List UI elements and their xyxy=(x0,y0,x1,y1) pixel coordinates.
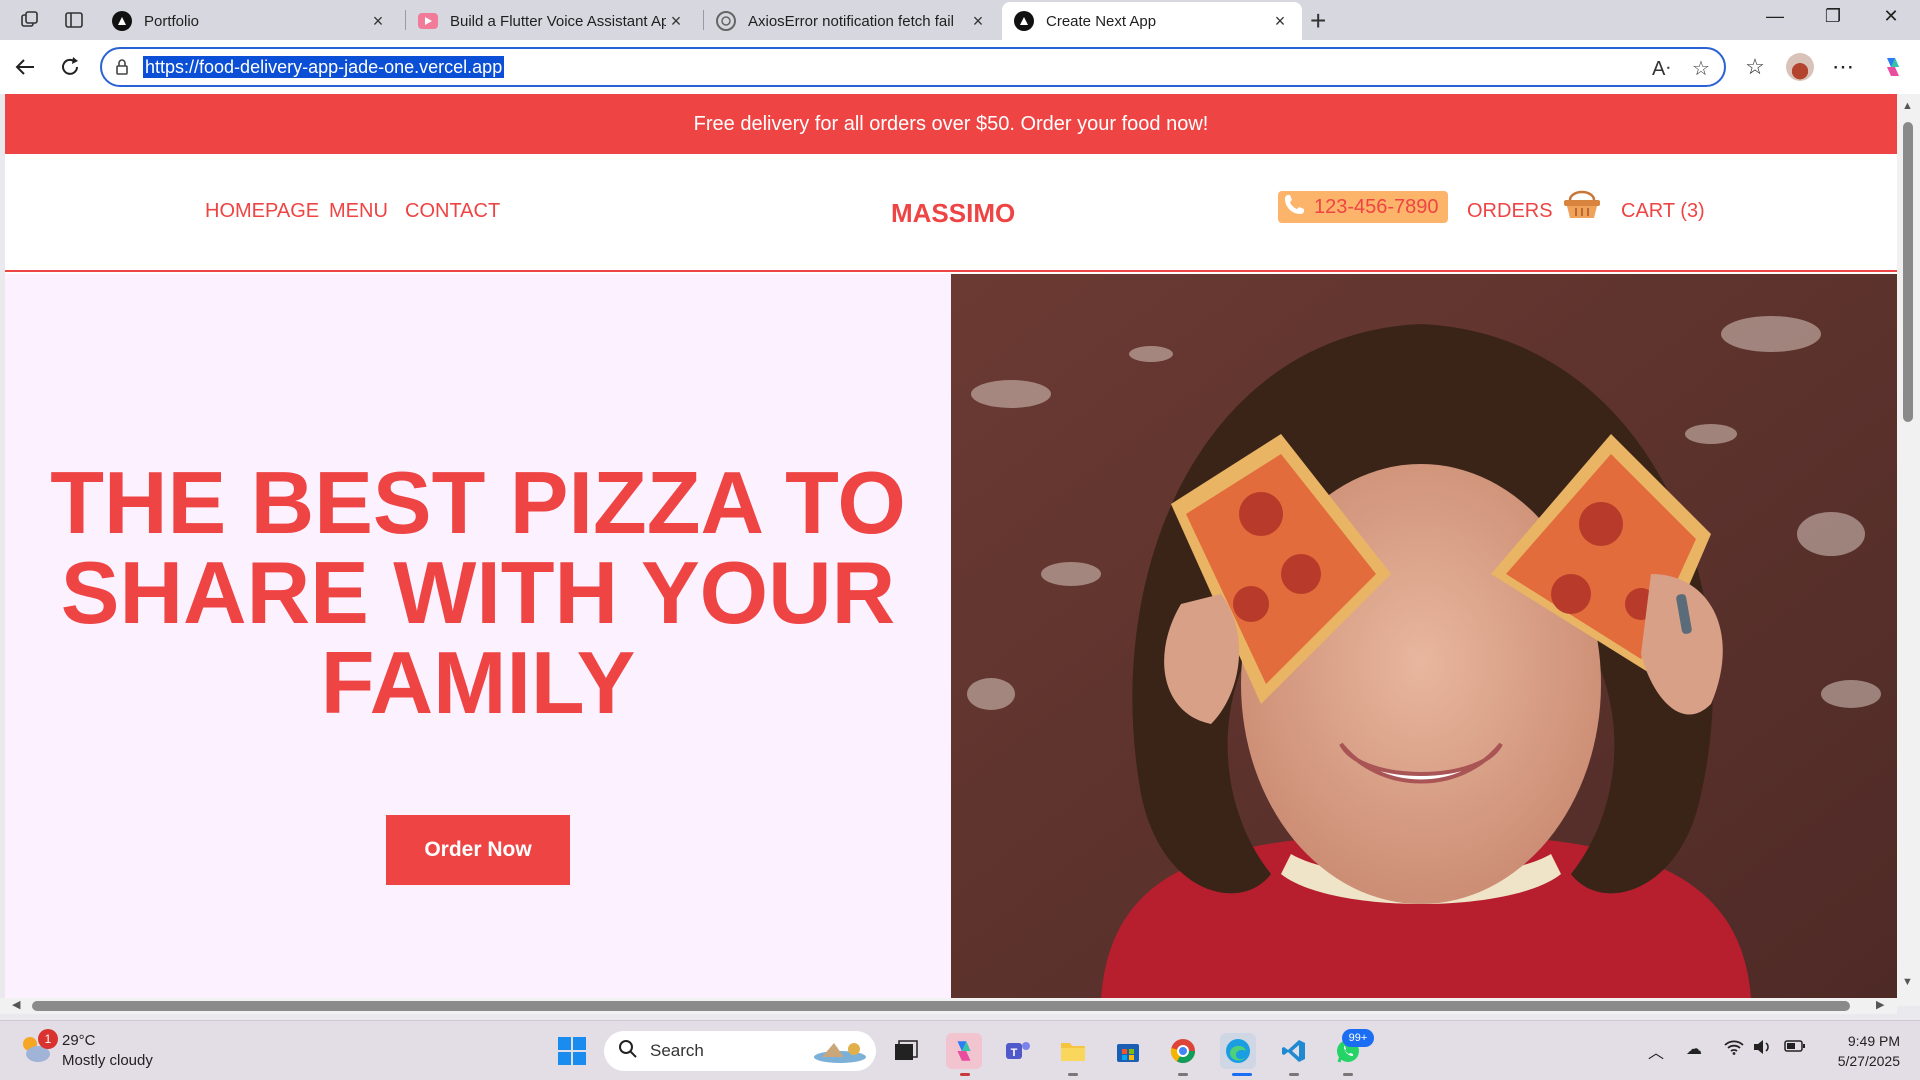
nav-link-cart[interactable]: CART (3) xyxy=(1621,200,1705,223)
scroll-down-arrow-icon[interactable]: ▼ xyxy=(1902,976,1913,988)
site-navbar: HOMEPAGE MENU CONTACT MASSIMO 123-456-78… xyxy=(5,154,1897,272)
site-logo[interactable]: MASSIMO xyxy=(891,198,1015,229)
pizza-person-photo xyxy=(951,274,1897,998)
volume-icon[interactable] xyxy=(1752,1039,1772,1060)
horizontal-scroll-thumb[interactable] xyxy=(32,1001,1850,1011)
tab-title: Portfolio xyxy=(144,12,200,30)
favorite-star-icon[interactable]: ☆ xyxy=(1692,56,1710,81)
new-tab-button[interactable]: + xyxy=(1310,5,1326,37)
horizontal-scrollbar[interactable]: ◀ ▶ xyxy=(0,998,1897,1014)
close-tab-icon[interactable]: × xyxy=(968,11,988,32)
read-aloud-icon[interactable]: Aᐧ xyxy=(1652,56,1670,81)
url-text[interactable]: https://food-delivery-app-jade-one.verce… xyxy=(143,56,505,78)
search-placeholder: Search xyxy=(650,1041,704,1060)
close-tab-icon[interactable]: × xyxy=(368,11,388,32)
wifi-icon[interactable] xyxy=(1724,1039,1744,1060)
more-options-icon[interactable]: ⋯ xyxy=(1828,52,1858,82)
lock-icon[interactable] xyxy=(114,58,130,81)
youtube-icon xyxy=(418,13,438,29)
task-view-icon[interactable] xyxy=(888,1033,924,1069)
refresh-icon[interactable] xyxy=(55,52,85,82)
teams-icon[interactable]: T xyxy=(1000,1033,1036,1069)
tab-axios-error[interactable]: AxiosError notification fetch fail × xyxy=(704,2,1000,40)
tab-title: AxiosError notification fetch fail xyxy=(748,12,954,30)
running-indicator xyxy=(1068,1073,1078,1076)
nav-link-menu[interactable]: MENU xyxy=(329,200,388,223)
profile-avatar[interactable] xyxy=(1786,53,1814,81)
running-indicator xyxy=(1343,1073,1353,1076)
running-indicator xyxy=(960,1073,970,1076)
close-tab-icon[interactable]: × xyxy=(666,11,686,32)
minimize-icon[interactable]: — xyxy=(1752,6,1798,27)
restore-icon[interactable]: ❐ xyxy=(1810,6,1856,27)
windows-taskbar: 1 29°C Mostly cloudy Search T 99+ ︿ ☁ 9:… xyxy=(0,1020,1920,1080)
favorites-icon[interactable]: ☆ xyxy=(1740,52,1770,82)
workspaces-icon[interactable] xyxy=(18,8,42,32)
copilot-icon[interactable] xyxy=(1878,52,1908,82)
tab-portfolio[interactable]: Portfolio × xyxy=(100,2,400,40)
nav-link-orders[interactable]: ORDERS xyxy=(1467,200,1553,223)
hero-title: THE BEST PIZZA TO SHARE WITH YOUR FAMILY xyxy=(50,453,906,732)
weather-alert-badge: 1 xyxy=(38,1029,58,1049)
phone-contact[interactable]: 123-456-7890 xyxy=(1278,191,1448,223)
running-indicator xyxy=(1232,1073,1252,1076)
battery-icon[interactable] xyxy=(1784,1039,1806,1058)
scroll-up-arrow-icon[interactable]: ▲ xyxy=(1902,100,1913,112)
tab-title: Create Next App xyxy=(1046,12,1157,30)
nav-link-contact[interactable]: CONTACT xyxy=(405,200,500,223)
close-tab-icon[interactable]: × xyxy=(1270,11,1290,32)
copilot-app-icon[interactable] xyxy=(946,1033,982,1069)
tab-create-next-app[interactable]: Create Next App × xyxy=(1002,2,1302,40)
chrome-icon[interactable] xyxy=(1165,1033,1201,1069)
tab-title: Build a Flutter Voice Assistant App xyxy=(450,12,666,30)
onedrive-icon[interactable]: ☁ xyxy=(1686,1039,1702,1059)
scroll-right-arrow-icon[interactable]: ▶ xyxy=(1876,998,1884,1011)
weather-widget[interactable]: 1 29°C Mostly cloudy xyxy=(18,1029,153,1071)
search-icon xyxy=(618,1039,638,1064)
vscode-icon[interactable] xyxy=(1276,1033,1312,1069)
order-now-button[interactable]: Order Now xyxy=(386,815,570,885)
running-indicator xyxy=(1178,1073,1188,1076)
microsoft-store-icon[interactable] xyxy=(1110,1033,1146,1069)
windows-start-icon[interactable] xyxy=(554,1033,590,1069)
chevron-up-icon[interactable]: ︿ xyxy=(1648,1039,1664,1063)
vertical-scrollbar[interactable]: ▲ ▼ xyxy=(1897,94,1920,1006)
tab-flutter[interactable]: Build a Flutter Voice Assistant App × xyxy=(406,2,698,40)
weather-temp: 29°C xyxy=(62,1032,96,1049)
promo-banner: Free delivery for all orders over $50. O… xyxy=(5,94,1897,154)
phone-icon xyxy=(1282,193,1306,222)
browser-toolbar: https://food-delivery-app-jade-one.verce… xyxy=(0,40,1920,94)
taskbar-search[interactable]: Search xyxy=(604,1031,876,1071)
system-clock[interactable]: 9:49 PM 5/27/2025 xyxy=(1820,1031,1900,1071)
scroll-left-arrow-icon[interactable]: ◀ xyxy=(12,998,20,1011)
running-indicator xyxy=(1289,1073,1299,1076)
back-arrow-icon[interactable] xyxy=(10,52,40,82)
page-viewport: Free delivery for all orders over $50. O… xyxy=(5,94,1897,998)
whatsapp-notification-badge: 99+ xyxy=(1342,1029,1374,1047)
nav-link-homepage[interactable]: HOMEPAGE xyxy=(205,200,319,223)
address-bar[interactable]: https://food-delivery-app-jade-one.verce… xyxy=(100,47,1726,87)
vertical-scroll-thumb[interactable] xyxy=(1903,122,1913,422)
file-explorer-icon[interactable] xyxy=(1055,1033,1091,1069)
close-window-icon[interactable]: ✕ xyxy=(1868,6,1914,27)
clock-time: 9:49 PM xyxy=(1847,1033,1900,1049)
svg-text:T: T xyxy=(1011,1047,1018,1059)
openai-icon xyxy=(716,11,736,31)
search-highlight-icon xyxy=(812,1039,868,1068)
edge-icon[interactable] xyxy=(1220,1033,1256,1069)
hero-image xyxy=(951,274,1897,998)
weather-desc: Mostly cloudy xyxy=(62,1052,153,1069)
browser-tab-strip: Portfolio × Build a Flutter Voice Assist… xyxy=(0,0,1920,40)
vercel-triangle-icon xyxy=(112,11,132,31)
shopping-basket-icon[interactable] xyxy=(1562,190,1602,225)
vercel-triangle-icon xyxy=(1014,11,1034,31)
clock-date: 5/27/2025 xyxy=(1837,1053,1900,1069)
hero-text-panel: THE BEST PIZZA TO SHARE WITH YOUR FAMILY… xyxy=(5,274,951,998)
tab-actions-icon[interactable] xyxy=(62,8,86,32)
phone-number: 123-456-7890 xyxy=(1314,195,1439,218)
